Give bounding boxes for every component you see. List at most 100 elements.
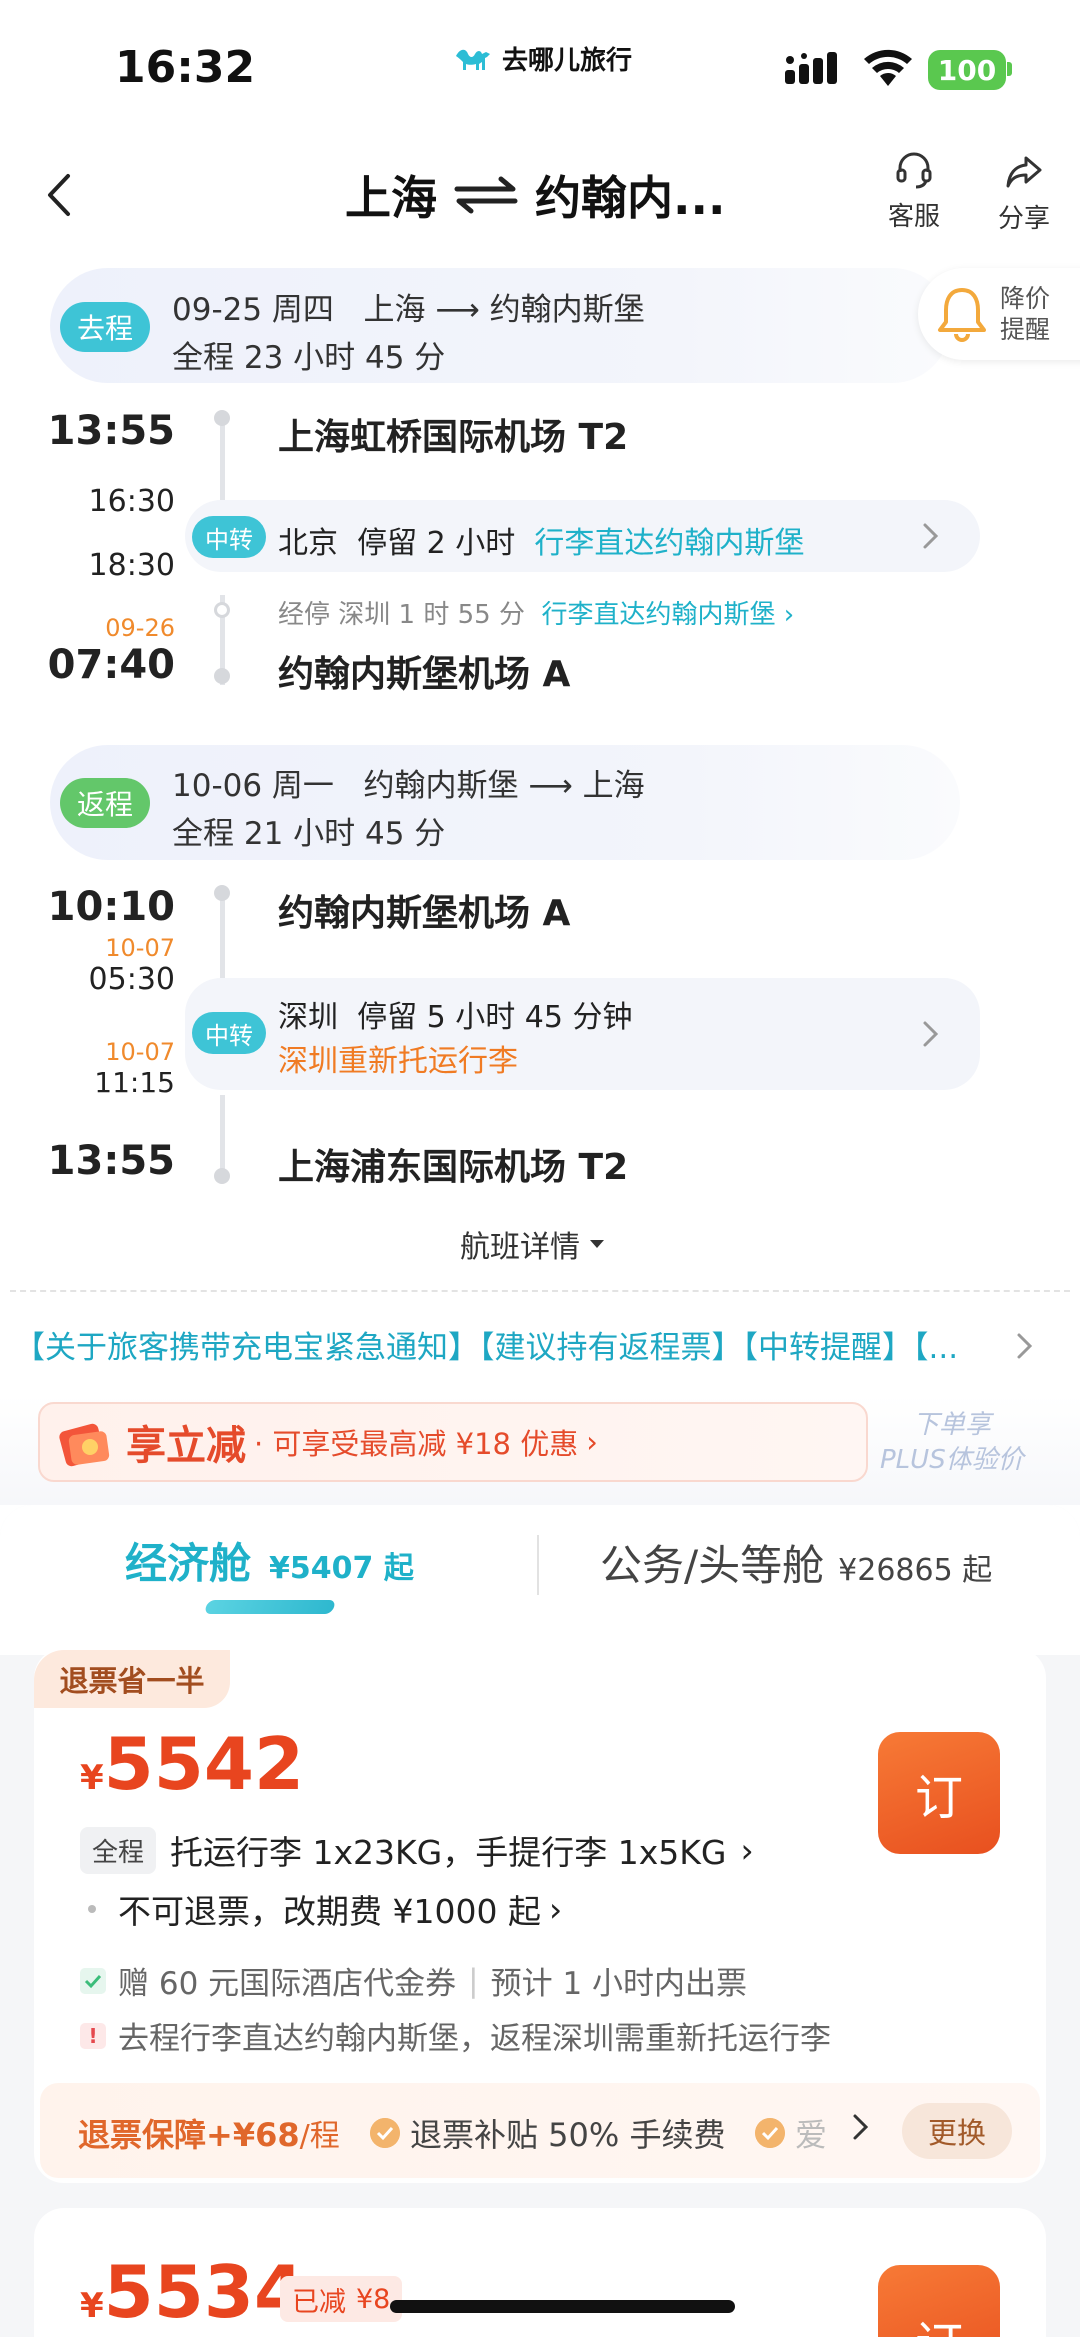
transfer-baggage: 行李直达约翰内斯堡 xyxy=(534,526,805,561)
transfer-city: 北京 xyxy=(278,526,338,561)
timeline-line xyxy=(220,888,225,983)
departure-dot xyxy=(214,885,230,901)
guarantee-price: +¥68 xyxy=(206,2116,300,2154)
home-indicator[interactable] xyxy=(390,2300,735,2313)
title-from: 上海 xyxy=(345,171,437,225)
outbound-tag: 去程 xyxy=(60,302,150,352)
transfer-stay: 停留 5 小时 45 分钟 xyxy=(357,1000,633,1035)
active-tab-indicator xyxy=(203,1600,337,1614)
headset-icon xyxy=(896,152,932,189)
price-alert-button[interactable]: 降价 提醒 xyxy=(918,268,1080,360)
outbound-transfer-tag: 中转 xyxy=(192,516,266,558)
price-value: 5542 xyxy=(103,1722,305,1806)
return-transfer-arrive: 05:30 xyxy=(88,962,175,997)
stopover-baggage: 行李直达约翰内斯堡 xyxy=(541,600,776,630)
caret-down-icon xyxy=(590,1240,604,1248)
share-button[interactable]: 分享 xyxy=(998,152,1050,235)
price-value: 5534 xyxy=(103,2250,305,2334)
fare-price: ¥5534 xyxy=(80,2250,304,2334)
warning-text: 去程行李直达约翰内斯堡，返程深圳需重新托运行李 xyxy=(118,2021,831,2057)
fare-price: ¥5542 xyxy=(80,1722,304,1806)
divider xyxy=(10,1290,1070,1292)
page-title: 上海 约翰内... xyxy=(345,162,725,228)
outbound-arr-date: 09-26 xyxy=(105,614,175,642)
share-label: 分享 xyxy=(998,204,1051,234)
luggage-text: 托运行李 1x23KG，手提行李 1x5KG xyxy=(170,1833,727,1872)
return-transfer-tag: 中转 xyxy=(192,1012,266,1054)
back-arrow-icon[interactable] xyxy=(42,170,82,220)
warning-icon: ! xyxy=(80,2022,106,2049)
outbound-arr-airport: 约翰内斯堡机场 A xyxy=(278,654,571,695)
return-transfer-arrive-date: 10-07 xyxy=(105,934,175,962)
chevron-right-icon: › xyxy=(740,1830,754,1870)
red-envelope-icon xyxy=(59,1423,110,1467)
plus-line1: 下单享 xyxy=(912,1410,991,1440)
currency: ¥ xyxy=(80,2286,104,2326)
return-duration: 全程 21 小时 45 分 xyxy=(172,816,446,852)
timeline-line xyxy=(220,1095,225,1170)
notice-banner[interactable]: 【关于旅客携带充电宝紧急通知】【建议持有返程票】【中转提醒】【... xyxy=(14,1322,958,1367)
return-tag: 返程 xyxy=(60,778,150,828)
app-logo: 去哪儿旅行 xyxy=(452,40,632,77)
title-to: 约翰内... xyxy=(535,171,726,225)
outbound-duration: 全程 23 小时 45 分 xyxy=(172,340,446,376)
tab-separator xyxy=(537,1535,539,1595)
guarantee-unit: /程 xyxy=(299,2119,340,2154)
chevron-right-icon[interactable] xyxy=(1016,1332,1034,1360)
guarantee-item: 爱 xyxy=(755,2110,827,2156)
guarantee-title: 退票保障+¥68/程 xyxy=(78,2110,340,2156)
outbound-route: 上海 ⟶ 约翰内斯堡 xyxy=(363,292,645,328)
return-route: 约翰内斯堡 ⟶ 上海 xyxy=(363,768,645,804)
arrival-dot xyxy=(214,668,230,684)
app-logo-text: 去哪儿旅行 xyxy=(502,46,633,76)
return-transfer-info: 深圳 停留 5 小时 45 分钟 xyxy=(278,992,632,1036)
price-alert-line1: 降价 xyxy=(1000,283,1051,313)
guarantee-item: 退票补贴 50% 手续费 xyxy=(370,2110,725,2156)
return-transfer-depart: 11:15 xyxy=(94,1066,175,1099)
check-circle-icon xyxy=(370,2118,400,2148)
instant-discount-banner[interactable]: 享立减 · 可享受最高减 ¥18 优惠 › xyxy=(38,1402,868,1482)
luggage-row[interactable]: 全程 托运行李 1x23KG，手提行李 1x5KG › xyxy=(80,1826,754,1874)
outbound-date-route: 09-25 周四 上海 ⟶ 约翰内斯堡 xyxy=(172,284,645,329)
ticketing-text: 预计 1 小时内出票 xyxy=(490,1966,748,2002)
tab-economy[interactable]: 经济舱 ¥5407 起 xyxy=(125,1530,414,1591)
return-arr-airport: 上海浦东国际机场 T2 xyxy=(278,1147,629,1188)
guarantee-item-text: 退票补贴 50% 手续费 xyxy=(410,2116,726,2154)
outbound-transfer-info: 北京 停留 2 小时 行李直达约翰内斯堡 xyxy=(278,518,804,562)
tab-business[interactable]: 公务/头等舱 ¥26865 起 xyxy=(600,1532,992,1593)
outbound-stopover[interactable]: 经停 深圳 1 时 55 分 行李直达约翰内斯堡 › xyxy=(278,594,794,631)
customer-service-button[interactable]: 客服 xyxy=(888,150,940,233)
return-dep-time: 10:10 xyxy=(47,884,175,930)
outbound-dep-time: 13:55 xyxy=(47,408,175,454)
stopover-dot xyxy=(214,602,230,618)
price-alert-label: 降价 提醒 xyxy=(1000,283,1050,346)
return-date-route: 10-06 周一 约翰内斯堡 ⟶ 上海 xyxy=(172,760,645,805)
cellular-signal-icon xyxy=(785,52,837,84)
book-button[interactable]: 订 xyxy=(878,2265,1000,2337)
return-date: 10-06 周一 xyxy=(172,768,334,804)
plus-price-hint[interactable]: 下单享 PLUS体验价 xyxy=(880,1408,1024,1478)
status-time: 16:32 xyxy=(115,42,256,93)
scope-tag: 全程 xyxy=(80,1826,157,1874)
plus-line2: PLUS体验价 xyxy=(880,1445,1024,1476)
wifi-icon xyxy=(864,49,912,86)
currency: ¥ xyxy=(80,1758,104,1798)
flight-detail-label: 航班详情 xyxy=(460,1230,580,1265)
tab-economy-label: 经济舱 xyxy=(125,1539,252,1588)
flight-detail-toggle[interactable]: 航班详情 xyxy=(460,1222,606,1266)
tab-business-price: ¥26865 起 xyxy=(838,1553,993,1588)
arrival-dot xyxy=(214,1168,230,1184)
transfer-stay: 停留 2 小时 xyxy=(357,526,516,561)
round-trip-arrows-icon xyxy=(454,176,518,214)
tab-business-label: 公务/头等舱 xyxy=(600,1541,825,1590)
book-button[interactable]: 订 xyxy=(878,1732,1000,1854)
camel-logo-icon xyxy=(456,49,490,70)
guarantee-label: 退票保障 xyxy=(78,2116,207,2154)
change-guarantee-button[interactable]: 更换 xyxy=(902,2103,1012,2159)
refund-row[interactable]: 不可退票，改期费 ¥1000 起 › xyxy=(88,1885,562,1933)
chevron-right-icon: › xyxy=(783,600,795,630)
share-icon xyxy=(1006,156,1042,188)
chevron-right-icon[interactable] xyxy=(852,2113,870,2141)
outbound-arr-time: 07:40 xyxy=(47,642,175,688)
chevron-right-icon xyxy=(923,523,939,549)
